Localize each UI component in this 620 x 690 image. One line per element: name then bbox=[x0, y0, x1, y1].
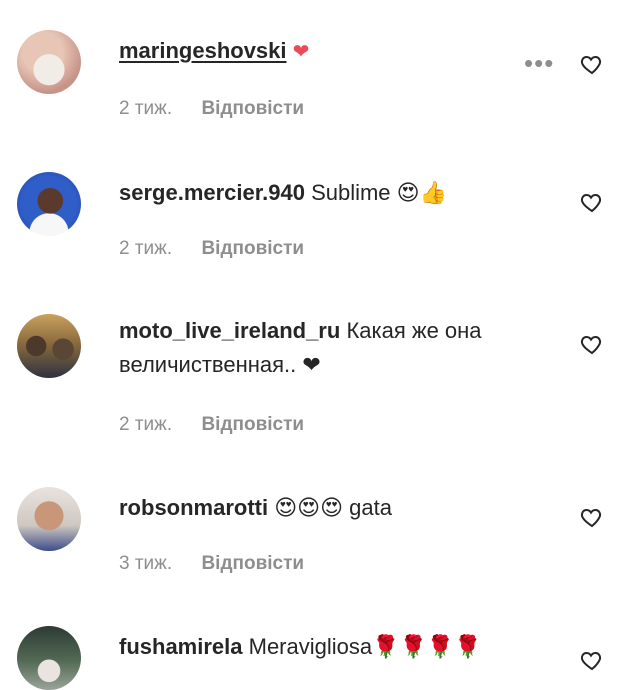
comment-line: serge.mercier.940 Sublime 😍👍 bbox=[119, 176, 447, 210]
heart-outline-icon[interactable] bbox=[580, 332, 604, 356]
reply-button[interactable]: Відповісти bbox=[201, 553, 304, 574]
avatar[interactable] bbox=[17, 172, 81, 236]
comment-line: maringeshovski ❤ bbox=[119, 34, 309, 68]
comment-text: 😍😍😍 gata bbox=[274, 495, 392, 520]
comment-line: robsonmarotti 😍😍😍 gata bbox=[119, 491, 392, 525]
reply-button[interactable]: Відповісти bbox=[201, 414, 304, 435]
comment-username[interactable]: fushamirela bbox=[119, 634, 243, 659]
avatar[interactable] bbox=[17, 487, 81, 551]
more-options-icon[interactable]: ••• bbox=[524, 50, 556, 76]
comment-username[interactable]: robsonmarotti bbox=[119, 495, 268, 520]
avatar[interactable] bbox=[17, 314, 81, 378]
comment-username[interactable]: serge.mercier.940 bbox=[119, 180, 305, 205]
reply-button[interactable]: Відповісти bbox=[201, 238, 304, 259]
avatar[interactable] bbox=[17, 626, 81, 690]
comment-timestamp[interactable]: 2 тиж. bbox=[119, 238, 172, 260]
comment-timestamp[interactable]: 2 тиж. bbox=[119, 414, 172, 436]
comment-timestamp[interactable]: 2 тиж. bbox=[119, 98, 172, 120]
reply-button[interactable]: Відповісти bbox=[201, 98, 304, 119]
heart-outline-icon[interactable] bbox=[580, 505, 604, 529]
comment-line: moto_live_ireland_ru Какая же она величи… bbox=[119, 314, 559, 382]
comment-text: ❤ bbox=[292, 39, 310, 63]
comment-text: Sublime 😍👍 bbox=[311, 180, 447, 205]
comment-username[interactable]: maringeshovski bbox=[119, 38, 287, 63]
comment-meta: 2 тиж. Відповісти bbox=[119, 414, 304, 436]
comment-text: Meravigliosa🌹🌹🌹🌹 bbox=[248, 634, 482, 659]
comment-meta: 2 тиж. Відповісти bbox=[119, 98, 304, 120]
comment-meta: 3 тиж. Відповісти bbox=[119, 553, 304, 575]
heart-outline-icon[interactable] bbox=[580, 648, 604, 672]
avatar[interactable] bbox=[17, 30, 81, 94]
heart-outline-icon[interactable] bbox=[580, 52, 604, 76]
comment-timestamp[interactable]: 3 тиж. bbox=[119, 553, 172, 575]
heart-outline-icon[interactable] bbox=[580, 190, 604, 214]
comment-meta: 2 тиж. Відповісти bbox=[119, 238, 304, 260]
comment-username[interactable]: moto_live_ireland_ru bbox=[119, 318, 340, 343]
comment-line: fushamirela Meravigliosa🌹🌹🌹🌹 bbox=[119, 630, 482, 664]
